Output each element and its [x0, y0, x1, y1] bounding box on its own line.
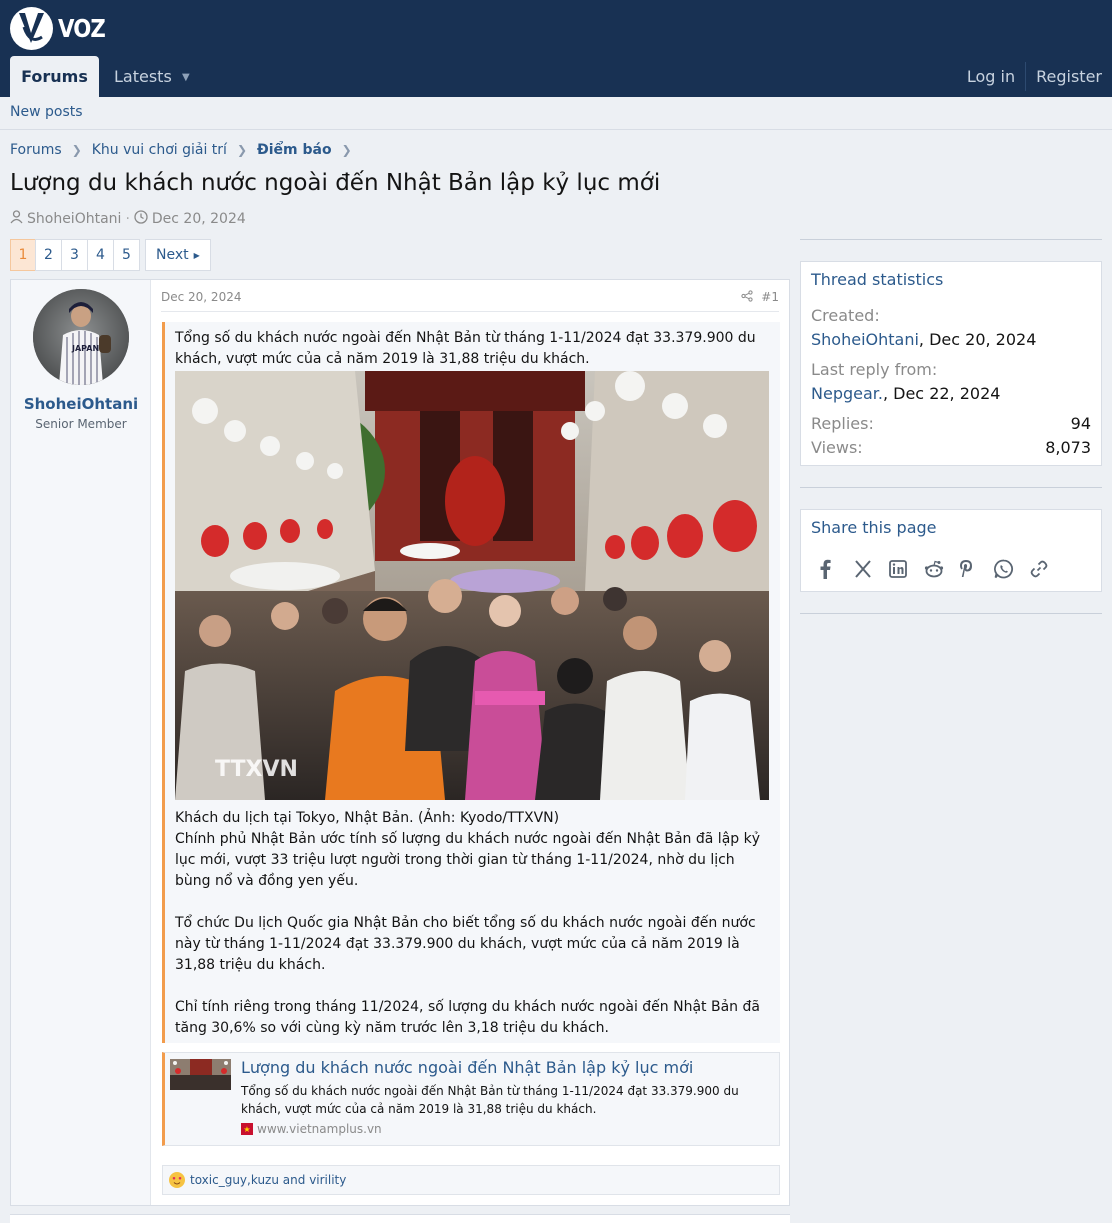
link-preview-title[interactable]: Lượng du khách nước ngoài đến Nhật Bản l…: [241, 1058, 693, 1077]
link-preview-thumbnail: [170, 1059, 231, 1090]
article-paragraph-1: Chính phủ Nhật Bản ước tính số lượng du …: [175, 831, 760, 889]
photo-watermark: TTXVN: [215, 757, 298, 782]
reaction-user-3[interactable]: virility: [309, 1173, 346, 1187]
last-reply-label: Last reply from:: [811, 360, 938, 379]
thread-date[interactable]: Dec 20, 2024: [152, 211, 246, 227]
post: JAPAN ShoheiOhtani Senior Member Dec 20,…: [10, 279, 790, 1206]
chevron-down-icon[interactable]: ▼: [182, 72, 190, 83]
caret-right-icon: ▶: [193, 250, 200, 260]
article-intro: Tổng số du khách nước ngoài đến Nhật Bản…: [175, 330, 756, 367]
user-icon: [10, 210, 23, 228]
chevron-right-icon: ❯: [341, 143, 352, 157]
page-3[interactable]: 3: [61, 239, 88, 271]
post-number[interactable]: #1: [761, 290, 779, 304]
reactions-bar[interactable]: toxic_guy, kuzu and virility: [162, 1165, 780, 1195]
link-preview-domain: www.vietnamplus.vn: [257, 1122, 382, 1136]
next-label: Next: [156, 247, 189, 263]
replies-label: Replies:: [811, 414, 874, 433]
chevron-right-icon: ❯: [71, 143, 82, 157]
thread-author[interactable]: ShoheiOhtani: [27, 211, 121, 227]
link-preview[interactable]: Lượng du khách nước ngoài đến Nhật Bản l…: [162, 1052, 780, 1146]
last-reply-date: , Dec 22, 2024: [882, 384, 1001, 403]
page-5[interactable]: 5: [113, 239, 140, 271]
thread-meta: ShoheiOhtani · Dec 20, 2024: [10, 210, 246, 228]
reddit-icon[interactable]: [924, 557, 959, 581]
breadcrumb-forums[interactable]: Forums: [10, 142, 62, 158]
breadcrumb: Forums ❯ Khu vui chơi giải trí ❯ Điểm bá…: [10, 142, 362, 158]
article-paragraph-3: Chỉ tính riêng trong tháng 11/2024, số l…: [175, 999, 760, 1036]
last-reply-value: Nepgear., Dec 22, 2024: [811, 384, 1000, 403]
avatar[interactable]: JAPAN: [33, 289, 129, 385]
sidebar-divider: [800, 487, 1102, 488]
logo-text: VOZ: [58, 14, 106, 43]
sidebar-divider: [800, 239, 1102, 240]
page-1[interactable]: 1: [10, 239, 36, 271]
article-paragraph-2: Tổ chức Du lịch Quốc gia Nhật Bản cho bi…: [175, 915, 756, 973]
site-logo[interactable]: VOZ: [10, 7, 113, 50]
replies-value: 94: [1070, 414, 1091, 433]
created-value: ShoheiOhtani, Dec 20, 2024: [811, 330, 1036, 349]
share-page-block: Share this page: [800, 509, 1102, 592]
pinterest-icon[interactable]: [959, 557, 994, 581]
quoted-article: Tổng số du khách nước ngoài đến Nhật Bản…: [162, 322, 780, 1043]
page-2[interactable]: 2: [35, 239, 62, 271]
love-reaction-icon: [169, 1172, 185, 1188]
post-header: Dec 20, 2024 #1: [161, 288, 779, 312]
facebook-icon[interactable]: [819, 557, 854, 581]
thread-statistics-title: Thread statistics: [811, 270, 944, 289]
tab-forums[interactable]: Forums: [10, 56, 99, 97]
vietnamplus-favicon-icon: ★: [241, 1123, 253, 1135]
page-title: Lượng du khách nước ngoài đến Nhật Bản l…: [10, 170, 661, 196]
share-icon[interactable]: [741, 290, 753, 305]
created-date: , Dec 20, 2024: [918, 330, 1037, 349]
tab-latests[interactable]: Latests: [114, 56, 172, 97]
post-user-cell: JAPAN ShoheiOhtani Senior Member: [11, 280, 151, 1205]
created-user[interactable]: ShoheiOhtani: [811, 330, 919, 349]
photo-caption: Khách du lịch tại Tokyo, Nhật Bản. (Ảnh:…: [175, 810, 560, 826]
chevron-right-icon: ❯: [236, 143, 247, 157]
login-link[interactable]: Log in: [957, 56, 1025, 97]
whatsapp-icon[interactable]: [994, 557, 1029, 581]
breadcrumb-khu-vui-choi[interactable]: Khu vui chơi giải trí: [92, 142, 227, 158]
pagination: 1 2 3 4 5 Next ▶: [10, 239, 211, 271]
user-title: Senior Member: [35, 417, 127, 431]
views-label: Views:: [811, 438, 863, 457]
link-preview-site: ★ www.vietnamplus.vn: [241, 1122, 382, 1136]
created-label: Created:: [811, 306, 880, 325]
post-date[interactable]: Dec 20, 2024: [161, 290, 241, 304]
svg-text:JAPAN: JAPAN: [71, 344, 99, 353]
next-post-edge: [10, 1214, 790, 1223]
linkedin-icon[interactable]: [889, 557, 924, 581]
x-icon[interactable]: [854, 557, 889, 581]
reaction-user-2[interactable]: kuzu: [251, 1173, 279, 1187]
new-posts-link[interactable]: New posts: [10, 104, 83, 120]
sub-navigation: New posts: [0, 97, 1112, 130]
voz-logo-mark: [10, 7, 53, 50]
page-4[interactable]: 4: [87, 239, 114, 271]
breadcrumb-diem-bao[interactable]: Điểm báo: [257, 142, 332, 158]
link-icon[interactable]: [1029, 557, 1064, 581]
reaction-user-1[interactable]: toxic_guy: [190, 1173, 247, 1187]
share-page-title: Share this page: [811, 518, 937, 537]
post-username[interactable]: ShoheiOhtani: [11, 395, 151, 413]
article-photo[interactable]: TTXVN: [175, 371, 769, 800]
site-header: VOZ Forums Latests ▼ Log in Register: [0, 0, 1112, 97]
thread-statistics-block: Thread statistics Created: ShoheiOhtani,…: [800, 261, 1102, 466]
meta-separator: ·: [125, 211, 130, 227]
reaction-and: and: [278, 1173, 310, 1187]
register-link[interactable]: Register: [1026, 56, 1112, 97]
next-page-button[interactable]: Next ▶: [145, 239, 211, 271]
views-value: 8,073: [1045, 438, 1091, 457]
account-nav: Log in Register: [957, 56, 1112, 97]
clock-icon: [134, 210, 148, 228]
share-buttons: [819, 557, 1064, 581]
link-preview-description: Tổng số du khách nước ngoài đến Nhật Bản…: [241, 1084, 739, 1116]
sidebar-divider: [800, 613, 1102, 614]
last-reply-user[interactable]: Nepgear.: [811, 384, 883, 403]
